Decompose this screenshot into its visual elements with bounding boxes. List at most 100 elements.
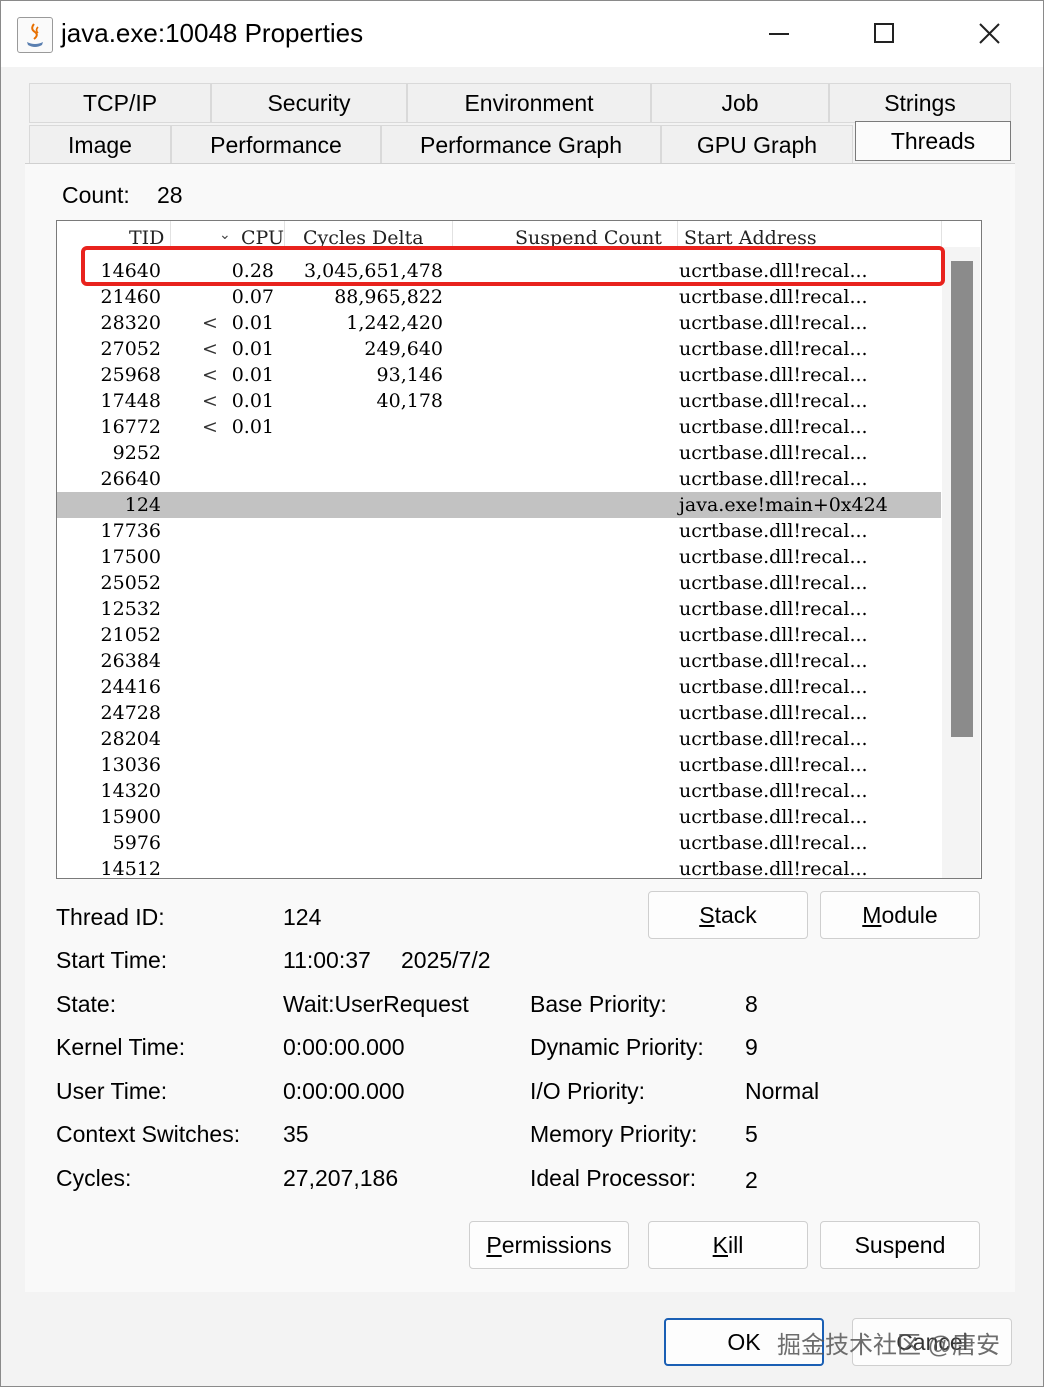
table-row[interactable]: 12532 ucrtbase.dll!recal... — [57, 596, 941, 622]
table-row[interactable]: 28204 ucrtbase.dll!recal... — [57, 726, 941, 752]
sort-descending-icon: ⌄ — [219, 227, 231, 243]
tab-tcpip[interactable]: TCP/IP — [29, 83, 211, 123]
cell-tid: 25052 — [100, 572, 161, 594]
state-label: State: — [56, 991, 117, 1017]
ideal-processor-label: Ideal Processor: — [530, 1165, 697, 1191]
start-time-value: 11:00:37 — [283, 947, 371, 973]
cell-cpu: 0.01 — [231, 416, 274, 438]
table-row[interactable]: 14320 ucrtbase.dll!recal... — [57, 778, 941, 804]
title-bar[interactable]: java.exe:10048 Properties — [1, 1, 1043, 67]
cell-cycles-delta: 40,178 — [376, 390, 443, 412]
cell-start-address: ucrtbase.dll!recal... — [679, 546, 868, 568]
cell-start-address: ucrtbase.dll!recal... — [679, 286, 868, 308]
cell-tid: 26384 — [100, 650, 161, 672]
cell-tid: 15900 — [100, 806, 161, 828]
vertical-scrollbar[interactable] — [942, 247, 980, 878]
cell-tid: 17736 — [100, 520, 161, 542]
permissions-button[interactable]: Permissions — [469, 1221, 629, 1269]
cell-tid: 9252 — [112, 442, 161, 464]
stack-button[interactable]: Stack — [648, 891, 808, 939]
suspend-button[interactable]: Suspend — [820, 1221, 980, 1269]
tab-security[interactable]: Security — [211, 83, 407, 123]
tab-strings[interactable]: Strings — [829, 83, 1011, 123]
cell-tid: 24728 — [100, 702, 161, 724]
start-date-value: 2025/7/2 — [401, 947, 491, 973]
cell-less-than: < — [202, 416, 218, 438]
cell-cpu: 0.01 — [231, 390, 274, 412]
tab-threads[interactable]: Threads — [855, 121, 1011, 161]
table-row[interactable]: 25052 ucrtbase.dll!recal... — [57, 570, 941, 596]
cell-less-than: < — [202, 390, 218, 412]
io-priority-label: I/O Priority: — [530, 1078, 646, 1104]
cell-start-address: ucrtbase.dll!recal... — [679, 676, 868, 698]
ideal-processor-value: 2 — [745, 1167, 758, 1193]
kernel-time-value: 0:00:00.000 — [283, 1034, 405, 1060]
start-time-label: Start Time: — [56, 947, 168, 973]
column-header-tid[interactable]: TID — [57, 221, 171, 247]
context-switches-label: Context Switches: — [56, 1121, 241, 1147]
cell-cpu: 0.01 — [231, 364, 274, 386]
cell-start-address: ucrtbase.dll!recal... — [679, 364, 868, 386]
cell-start-address: ucrtbase.dll!recal... — [679, 858, 868, 879]
table-row[interactable]: 26640 ucrtbase.dll!recal... — [57, 466, 941, 492]
watermark: 掘金技术社区 @唐安 — [777, 1332, 1001, 1359]
cell-start-address: ucrtbase.dll!recal... — [679, 572, 868, 594]
base-priority-label: Base Priority: — [530, 991, 667, 1017]
tab-image[interactable]: Image — [29, 125, 171, 165]
table-row[interactable]: 16772 <0.01 ucrtbase.dll!recal... — [57, 414, 941, 440]
cell-start-address: ucrtbase.dll!recal... — [679, 780, 868, 802]
table-row[interactable]: 24728 ucrtbase.dll!recal... — [57, 700, 941, 726]
memory-priority-label: Memory Priority: — [530, 1121, 698, 1147]
cell-tid: 16772 — [100, 416, 161, 438]
user-time-label: User Time: — [56, 1078, 168, 1104]
tab-performance-graph[interactable]: Performance Graph — [381, 125, 661, 165]
table-row[interactable]: 28320 <0.01 1,242,420 ucrtbase.dll!recal... — [57, 310, 941, 336]
tab-performance[interactable]: Performance — [171, 125, 381, 165]
permissions-button-accelerator: P — [486, 1231, 502, 1258]
threads-list[interactable]: TID ⌄ CPU Cycles Delta Suspend Count Sta… — [56, 220, 982, 879]
cell-start-address: ucrtbase.dll!recal... — [679, 416, 868, 438]
table-row[interactable]: 24416 ucrtbase.dll!recal... — [57, 674, 941, 700]
ok-button-label: OK — [727, 1328, 761, 1355]
table-row[interactable]: 14512 ucrtbase.dll!recal... — [57, 856, 941, 879]
cell-tid: 21460 — [100, 286, 161, 308]
table-row[interactable]: 26384 ucrtbase.dll!recal... — [57, 648, 941, 674]
tab-environment[interactable]: Environment — [407, 83, 651, 123]
table-row[interactable]: 124 java.exe!main+0x424 — [57, 492, 941, 518]
cycles-label: Cycles: — [56, 1165, 132, 1191]
cell-cpu: 0.01 — [231, 338, 274, 360]
maximize-button[interactable] — [849, 11, 919, 57]
column-suspend-label: Suspend Count — [515, 227, 662, 247]
column-header-suspend-count[interactable]: Suspend Count — [453, 221, 678, 247]
table-row[interactable]: 21460 0.07 88,965,822 ucrtbase.dll!recal... — [57, 284, 941, 310]
count-value: 28 — [157, 182, 183, 208]
minimize-button[interactable] — [743, 11, 813, 57]
table-row[interactable]: 17736 ucrtbase.dll!recal... — [57, 518, 941, 544]
scrollbar-thumb[interactable] — [951, 261, 973, 737]
table-row[interactable]: 27052 <0.01 249,640 ucrtbase.dll!recal... — [57, 336, 941, 362]
table-row[interactable]: 21052 ucrtbase.dll!recal... — [57, 622, 941, 648]
kill-button[interactable]: Kill — [648, 1221, 808, 1269]
table-row[interactable]: 9252 ucrtbase.dll!recal... — [57, 440, 941, 466]
table-row[interactable]: 5976 ucrtbase.dll!recal... — [57, 830, 941, 856]
tab-gpu-graph[interactable]: GPU Graph — [661, 125, 853, 165]
table-row[interactable]: 17500 ucrtbase.dll!recal... — [57, 544, 941, 570]
cell-start-address: ucrtbase.dll!recal... — [679, 832, 868, 854]
column-header-cpu[interactable]: ⌄ CPU — [171, 221, 285, 247]
table-row[interactable]: 25968 <0.01 93,146 ucrtbase.dll!recal... — [57, 362, 941, 388]
table-row[interactable]: 13036 ucrtbase.dll!recal... — [57, 752, 941, 778]
state-value: Wait:UserRequest — [283, 991, 469, 1017]
tab-job[interactable]: Job — [651, 83, 829, 123]
annotation-highlight-box — [81, 246, 945, 286]
column-header-start-address[interactable]: Start Address — [678, 221, 942, 247]
cell-start-address: ucrtbase.dll!recal... — [679, 728, 868, 750]
module-button[interactable]: Module — [820, 891, 980, 939]
cell-less-than: < — [202, 338, 218, 360]
cell-cycles-delta: 93,146 — [376, 364, 443, 386]
table-row[interactable]: 15900 ucrtbase.dll!recal... — [57, 804, 941, 830]
column-header-cycles-delta[interactable]: Cycles Delta — [285, 221, 453, 247]
close-button[interactable] — [955, 11, 1025, 57]
table-row[interactable]: 17448 <0.01 40,178 ucrtbase.dll!recal... — [57, 388, 941, 414]
cell-cycles-delta: 88,965,822 — [334, 286, 443, 308]
kill-button-label: ill — [728, 1231, 744, 1258]
